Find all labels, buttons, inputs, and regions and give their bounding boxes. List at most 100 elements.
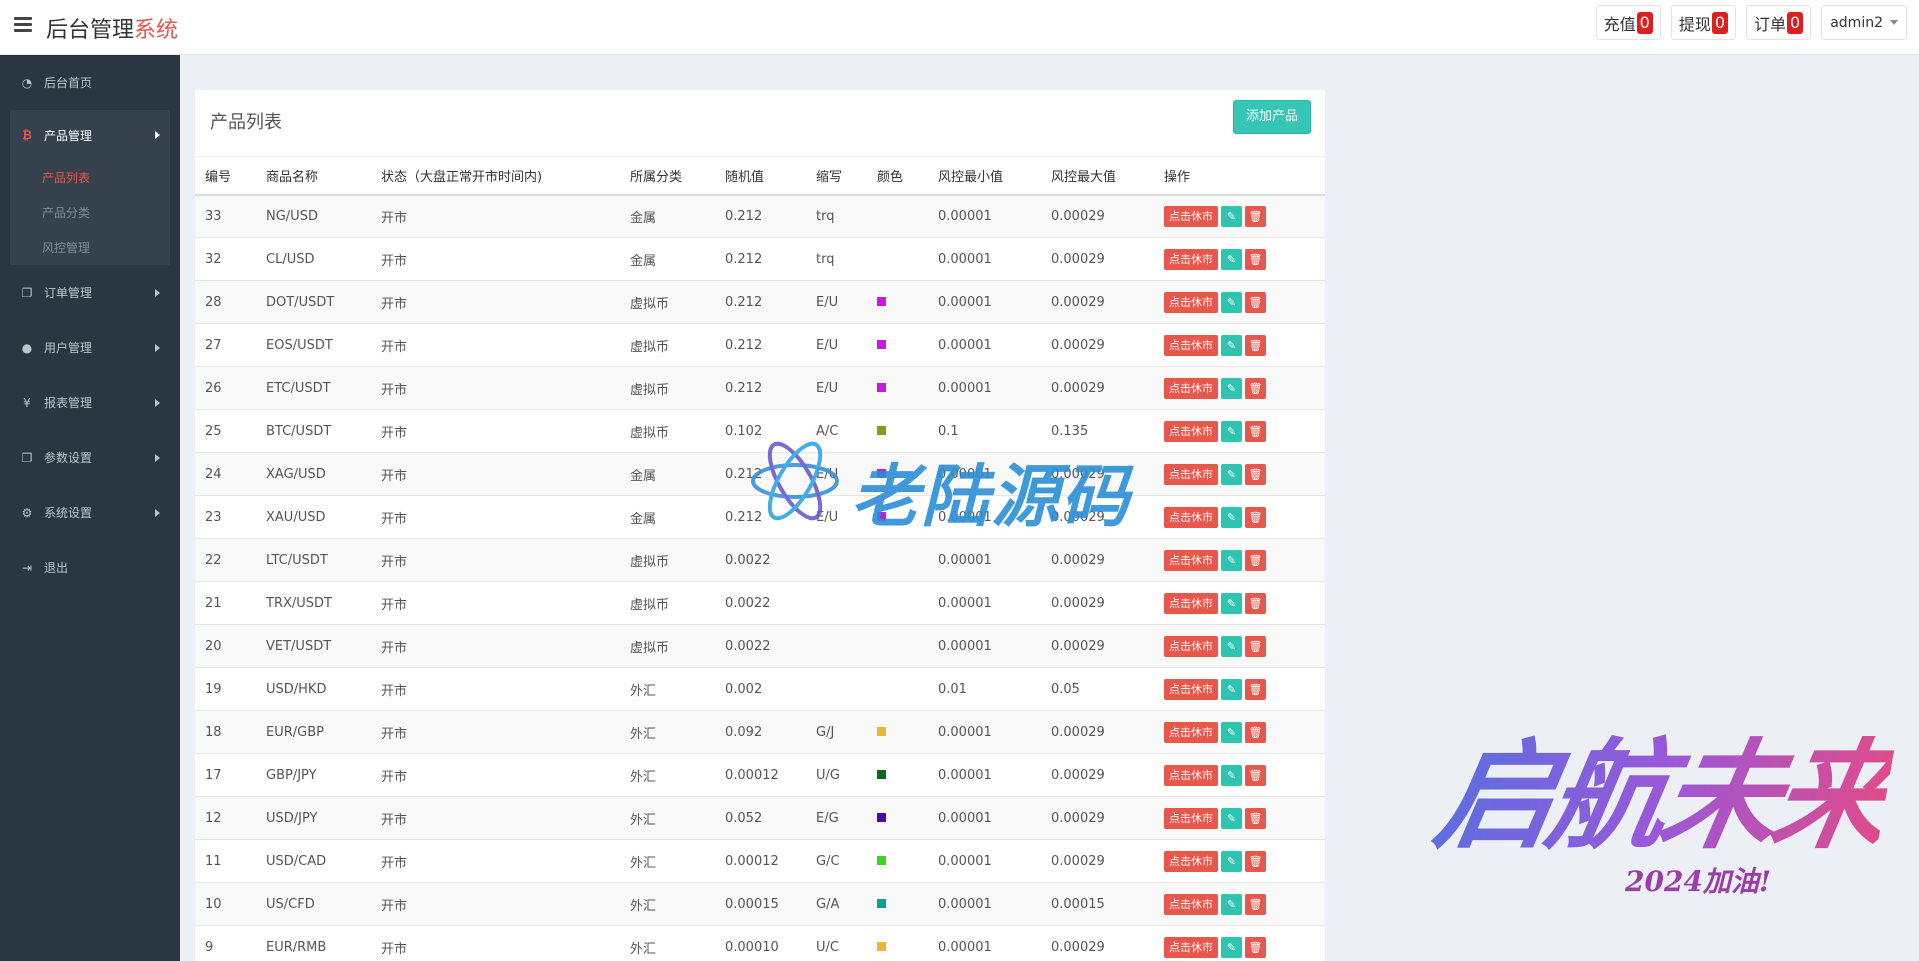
edit-icon[interactable]: ✎ <box>1221 377 1242 399</box>
close-market-button[interactable]: 点击休市 <box>1164 420 1218 442</box>
cell-min: 0.00001 <box>928 495 1041 539</box>
edit-icon[interactable]: ✎ <box>1221 334 1242 356</box>
edit-icon[interactable]: ✎ <box>1221 936 1242 958</box>
cell-color <box>867 882 928 926</box>
edit-icon[interactable]: ✎ <box>1221 420 1242 442</box>
page-title: 产品列表 <box>210 112 282 133</box>
close-market-button[interactable]: 点击休市 <box>1164 592 1218 614</box>
copy-icon: ❐ <box>21 450 33 465</box>
cell-abbr: E/U <box>806 452 867 496</box>
cell-min: 0.00001 <box>928 839 1041 883</box>
trash-icon[interactable]: 🗑 <box>1245 377 1266 399</box>
edit-icon[interactable]: ✎ <box>1221 721 1242 743</box>
close-market-button[interactable]: 点击休市 <box>1164 377 1218 399</box>
edit-icon[interactable]: ✎ <box>1221 807 1242 829</box>
sidebar-item-system[interactable]: ⚙ 系统设置 <box>0 485 180 540</box>
trash-icon[interactable]: 🗑 <box>1245 463 1266 485</box>
table-row: 9 EUR/RMB 开市 外汇 0.00010 U/C 0.00001 0.00029 点击休市… <box>195 925 1325 961</box>
close-market-button[interactable]: 点击休市 <box>1164 334 1218 356</box>
sidebar-item-orders[interactable]: ❐ 订单管理 <box>0 265 180 320</box>
cell-name: USD/HKD <box>256 667 371 711</box>
column-header: 商品名称 <box>256 156 371 196</box>
recharge-button[interactable]: 充值 0 <box>1595 5 1661 40</box>
edit-icon[interactable]: ✎ <box>1221 291 1242 313</box>
close-market-button[interactable]: 点击休市 <box>1164 721 1218 743</box>
close-market-button[interactable]: 点击休市 <box>1164 893 1218 915</box>
close-market-button[interactable]: 点击休市 <box>1164 205 1218 227</box>
sidebar-item-reports[interactable]: ¥ 报表管理 <box>0 375 180 430</box>
cell-random: 0.00012 <box>715 839 806 883</box>
close-market-button[interactable]: 点击休市 <box>1164 463 1218 485</box>
close-market-button[interactable]: 点击休市 <box>1164 807 1218 829</box>
sidebar-subitem-product-category[interactable]: 产品分类 <box>10 195 170 230</box>
cell-id: 10 <box>195 882 256 926</box>
trash-icon[interactable]: 🗑 <box>1245 420 1266 442</box>
cell-status: 开市 <box>371 409 620 453</box>
trash-icon[interactable]: 🗑 <box>1245 936 1266 958</box>
order-count-badge: 0 <box>1787 11 1804 34</box>
close-market-button[interactable]: 点击休市 <box>1164 506 1218 528</box>
cell-category: 外汇 <box>620 882 715 926</box>
edit-icon[interactable]: ✎ <box>1221 248 1242 270</box>
sidebar-item-product[interactable]: ₿ 产品管理 <box>10 110 170 160</box>
close-market-button[interactable]: 点击休市 <box>1164 549 1218 571</box>
close-market-button[interactable]: 点击休市 <box>1164 936 1218 958</box>
trash-icon[interactable]: 🗑 <box>1245 764 1266 786</box>
sidebar-item-home[interactable]: ◔ 后台首页 <box>0 55 180 110</box>
close-market-button[interactable]: 点击休市 <box>1164 635 1218 657</box>
edit-icon[interactable]: ✎ <box>1221 850 1242 872</box>
table-row: 19 USD/HKD 开市 外汇 0.002 0.01 0.05 点击休市 ✎ 🗑 <box>195 667 1325 711</box>
trash-icon[interactable]: 🗑 <box>1245 678 1266 700</box>
close-market-button[interactable]: 点击休市 <box>1164 764 1218 786</box>
close-market-button[interactable]: 点击休市 <box>1164 248 1218 270</box>
edit-icon[interactable]: ✎ <box>1221 678 1242 700</box>
edit-icon[interactable]: ✎ <box>1221 549 1242 571</box>
edit-icon[interactable]: ✎ <box>1221 592 1242 614</box>
cell-status: 开市 <box>371 839 620 883</box>
edit-icon[interactable]: ✎ <box>1221 205 1242 227</box>
cell-min: 0.00001 <box>928 925 1041 961</box>
sidebar-subitem-product-list[interactable]: 产品列表 <box>10 160 170 195</box>
sidebar-subitem-risk-control[interactable]: 风控管理 <box>10 230 170 265</box>
edit-icon[interactable]: ✎ <box>1221 506 1242 528</box>
cell-category: 外汇 <box>620 710 715 754</box>
withdraw-button[interactable]: 提现 0 <box>1670 5 1737 40</box>
order-button[interactable]: 订单 0 <box>1746 5 1812 40</box>
sidebar-item-logout[interactable]: ⇥ 退出 <box>0 540 180 595</box>
cell-color <box>867 624 928 668</box>
trash-icon[interactable]: 🗑 <box>1245 549 1266 571</box>
cell-actions: 点击休市 ✎ 🗑 <box>1154 280 1325 324</box>
cell-color <box>867 667 928 711</box>
user-menu-button[interactable]: admin2 <box>1821 5 1907 40</box>
trash-icon[interactable]: 🗑 <box>1245 807 1266 829</box>
brand-main: 后台管理 <box>46 18 135 43</box>
add-product-button[interactable]: 添加产品 <box>1232 100 1311 134</box>
menu-toggle-icon[interactable] <box>14 17 32 33</box>
sidebar-item-label: 产品管理 <box>44 128 93 143</box>
trash-icon[interactable]: 🗑 <box>1245 893 1266 915</box>
sidebar-item-users[interactable]: ● 用户管理 <box>0 320 180 375</box>
trash-icon[interactable]: 🗑 <box>1245 721 1266 743</box>
trash-icon[interactable]: 🗑 <box>1245 291 1266 313</box>
close-market-button[interactable]: 点击休市 <box>1164 678 1218 700</box>
edit-icon[interactable]: ✎ <box>1221 764 1242 786</box>
trash-icon[interactable]: 🗑 <box>1245 506 1266 528</box>
close-market-button[interactable]: 点击休市 <box>1164 850 1218 872</box>
close-market-button[interactable]: 点击休市 <box>1164 291 1218 313</box>
trash-icon[interactable]: 🗑 <box>1245 205 1266 227</box>
edit-icon[interactable]: ✎ <box>1221 463 1242 485</box>
trash-icon[interactable]: 🗑 <box>1245 592 1266 614</box>
cell-abbr: U/C <box>806 925 867 961</box>
edit-icon[interactable]: ✎ <box>1221 635 1242 657</box>
trash-icon[interactable]: 🗑 <box>1245 248 1266 270</box>
trash-icon[interactable]: 🗑 <box>1245 635 1266 657</box>
cell-id: 32 <box>195 237 256 281</box>
cell-color <box>867 452 928 496</box>
edit-icon[interactable]: ✎ <box>1221 893 1242 915</box>
trash-icon[interactable]: 🗑 <box>1245 334 1266 356</box>
color-swatch <box>877 425 886 435</box>
cell-random: 0.052 <box>715 796 806 840</box>
trash-icon[interactable]: 🗑 <box>1245 850 1266 872</box>
recharge-label: 充值 <box>1603 14 1636 34</box>
sidebar-item-params[interactable]: ❐ 参数设置 <box>0 430 180 485</box>
